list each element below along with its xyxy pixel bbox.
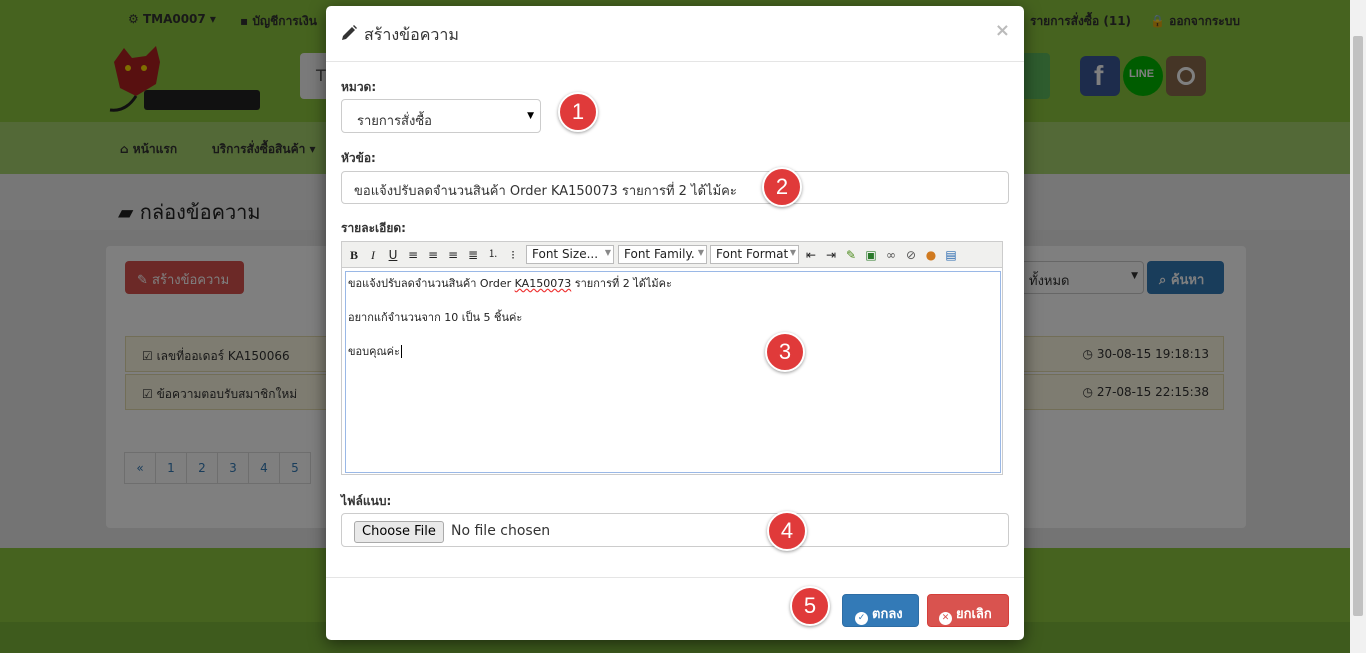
subject-input[interactable]: ขอแจ้งปรับลดจำนวนสินค้า Order KA150073 ร…	[341, 171, 1009, 204]
choose-file-button[interactable]: Choose File	[354, 521, 444, 543]
category-select[interactable]: รายการสั่งซื้อ ▼	[341, 99, 541, 133]
align-center-icon[interactable]: ≡	[425, 247, 441, 263]
ordered-list-icon[interactable]: ⒈	[485, 247, 501, 263]
font-size-select[interactable]: Font Size... ▼	[526, 245, 614, 264]
close-icon[interactable]: ×	[995, 20, 1010, 41]
color-palette-icon[interactable]: ●	[923, 247, 939, 263]
source-code-icon[interactable]: ▤	[943, 247, 959, 263]
insert-icon[interactable]: ▣	[863, 247, 879, 263]
detail-label: รายละเอียด:	[341, 221, 406, 235]
times-circle-icon: ✕	[939, 612, 952, 625]
marker-1: 1	[558, 92, 598, 132]
ok-button[interactable]: ✓ ตกลง	[842, 594, 919, 627]
cancel-button[interactable]: ✕ ยกเลิก	[927, 594, 1009, 627]
font-family-select[interactable]: Font Family. ▼	[618, 245, 707, 264]
subject-label: หัวข้อ:	[341, 151, 376, 165]
edit-icon[interactable]: ✎	[843, 247, 859, 263]
marker-5: 5	[790, 586, 830, 626]
underline-icon[interactable]: U	[385, 247, 401, 263]
link-icon[interactable]: ∞	[883, 247, 899, 263]
align-justify-icon[interactable]: ≣	[465, 247, 481, 263]
align-left-icon[interactable]: ≡	[405, 247, 421, 263]
attachment-label: ไฟล์แนบ:	[341, 494, 392, 508]
check-circle-icon: ✓	[855, 612, 868, 625]
create-message-modal: สร้างข้อความ × หมวด: รายการสั่งซื้อ ▼ หั…	[326, 6, 1024, 640]
modal-title: สร้างข้อความ	[364, 25, 459, 44]
italic-icon[interactable]: I	[365, 247, 381, 263]
rich-text-editor: B I U ≡ ≡ ≡ ≣ ⒈ ⁝ Font Size... ▼ Font Fam…	[341, 241, 1003, 475]
font-format-select[interactable]: Font Format ▼	[710, 245, 799, 264]
editor-content[interactable]: ขอแจ้งปรับลดจำนวนสินค้า Order KA150073 ร…	[345, 271, 1001, 473]
caret-down-icon: ▼	[527, 111, 534, 121]
editor-toolbar: B I U ≡ ≡ ≡ ≣ ⒈ ⁝ Font Size... ▼ Font Fam…	[342, 242, 1002, 268]
modal-header: สร้างข้อความ ×	[326, 6, 1024, 62]
modal-footer: ✓ ตกลง ✕ ยกเลิก	[326, 577, 1024, 640]
page-scrollbar[interactable]	[1350, 0, 1366, 653]
outdent-icon[interactable]: ⇤	[803, 247, 819, 263]
align-right-icon[interactable]: ≡	[445, 247, 461, 263]
scrollbar-thumb[interactable]	[1353, 36, 1363, 616]
indent-icon[interactable]: ⇥	[823, 247, 839, 263]
pencil-icon	[342, 25, 357, 40]
attachment-input[interactable]: Choose File No file chosen	[341, 513, 1009, 547]
marker-2: 2	[762, 167, 802, 207]
bullet-list-icon[interactable]: ⁝	[505, 247, 521, 263]
marker-3: 3	[765, 332, 805, 372]
unlink-icon[interactable]: ⊘	[903, 247, 919, 263]
marker-4: 4	[767, 511, 807, 551]
bold-icon[interactable]: B	[346, 247, 362, 263]
text-cursor	[400, 345, 402, 358]
category-label: หมวด:	[341, 80, 377, 94]
no-file-text: No file chosen	[451, 523, 551, 539]
